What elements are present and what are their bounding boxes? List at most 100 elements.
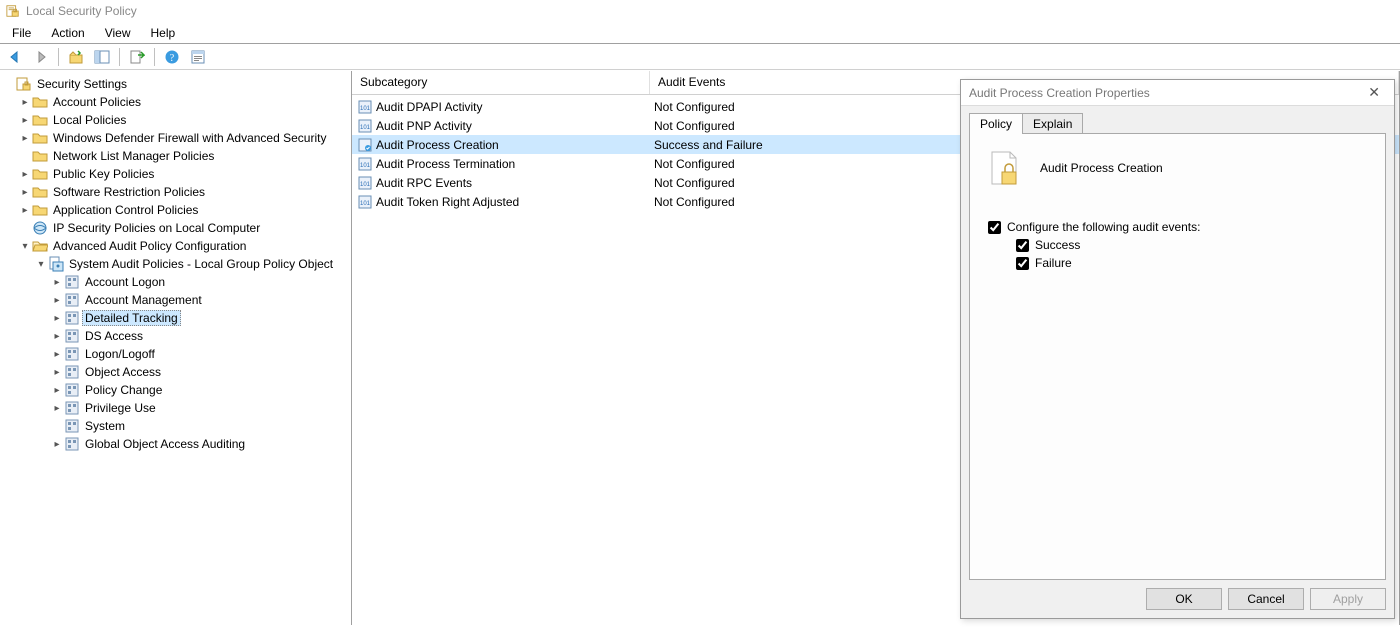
- ok-button[interactable]: OK: [1146, 588, 1222, 610]
- policy-heading: Audit Process Creation: [1040, 161, 1163, 175]
- up-button[interactable]: [65, 46, 87, 68]
- col-subcategory[interactable]: Subcategory: [352, 71, 650, 94]
- tree-cat-privilege-use[interactable]: ▸Privilege Use: [2, 399, 349, 417]
- policy-item-icon: 101: [358, 157, 372, 171]
- failure-checkbox[interactable]: [1016, 257, 1029, 270]
- folder-icon: [32, 202, 48, 218]
- toolbar: ?: [0, 44, 1400, 70]
- tree-firewall[interactable]: ▸Windows Defender Firewall with Advanced…: [2, 129, 349, 147]
- success-checkbox[interactable]: [1016, 239, 1029, 252]
- folder-icon: [32, 94, 48, 110]
- tab-explain[interactable]: Explain: [1022, 113, 1083, 134]
- tree-sap[interactable]: ▾System Audit Policies - Local Group Pol…: [2, 255, 349, 273]
- properties-button[interactable]: [187, 46, 209, 68]
- window-title: Local Security Policy: [26, 4, 137, 18]
- folder-icon: [32, 112, 48, 128]
- policy-item-icon: 101: [358, 195, 372, 209]
- toolbar-separator: [119, 48, 120, 66]
- tree-ipsec[interactable]: ▸IP Security Policies on Local Computer: [2, 219, 349, 237]
- tree-account-policies[interactable]: ▸Account Policies: [2, 93, 349, 111]
- category-icon: [64, 382, 80, 398]
- row-name: Audit Token Right Adjusted: [376, 195, 519, 209]
- folder-icon: [32, 184, 48, 200]
- tree-cat-system[interactable]: ▸System: [2, 417, 349, 435]
- category-icon: [64, 364, 80, 380]
- svg-text:101: 101: [360, 182, 371, 188]
- properties-dialog: Audit Process Creation Properties ✕ Poli…: [960, 79, 1395, 619]
- policy-item-icon: 101: [358, 176, 372, 190]
- category-icon: [64, 436, 80, 452]
- security-icon: [16, 76, 32, 92]
- svg-text:101: 101: [360, 125, 371, 131]
- failure-checkbox-row[interactable]: Failure: [1016, 256, 1367, 270]
- policy-item-icon: 101: [358, 119, 372, 133]
- policy-item-icon: [358, 138, 372, 152]
- row-name: Audit Process Termination: [376, 157, 515, 171]
- export-button[interactable]: [126, 46, 148, 68]
- category-icon: [64, 418, 80, 434]
- category-icon: [64, 292, 80, 308]
- tree-cat-account-mgmt[interactable]: ▸Account Management: [2, 291, 349, 309]
- dialog-title-text: Audit Process Creation Properties: [969, 86, 1150, 100]
- success-checkbox-row[interactable]: Success: [1016, 238, 1367, 252]
- tree-pane[interactable]: ▸ Security Settings ▸Account Policies ▸L…: [0, 71, 352, 625]
- tree-root[interactable]: ▸ Security Settings: [2, 75, 349, 93]
- category-icon: [64, 274, 80, 290]
- category-icon: [64, 400, 80, 416]
- tree-cat-object-access[interactable]: ▸Object Access: [2, 363, 349, 381]
- tree-cat-policy-change[interactable]: ▸Policy Change: [2, 381, 349, 399]
- dialog-titlebar[interactable]: Audit Process Creation Properties ✕: [961, 80, 1394, 106]
- tree-cat-detailed-tracking[interactable]: ▸Detailed Tracking: [2, 309, 349, 327]
- svg-text:?: ?: [170, 53, 175, 64]
- policy-doc-icon: [988, 150, 1020, 186]
- ipsec-icon: [32, 220, 48, 236]
- configure-checkbox-row[interactable]: Configure the following audit events:: [988, 220, 1367, 234]
- configure-label: Configure the following audit events:: [1007, 220, 1200, 234]
- folder-open-icon: [32, 238, 48, 254]
- apply-button[interactable]: Apply: [1310, 588, 1386, 610]
- policy-icon: [48, 256, 64, 272]
- menu-bar: File Action View Help: [0, 22, 1400, 44]
- tree-acp[interactable]: ▸Application Control Policies: [2, 201, 349, 219]
- tree-aapc[interactable]: ▾Advanced Audit Policy Configuration: [2, 237, 349, 255]
- tree-nlm[interactable]: ▸Network List Manager Policies: [2, 147, 349, 165]
- back-button[interactable]: [4, 46, 26, 68]
- category-icon: [64, 328, 80, 344]
- success-label: Success: [1035, 238, 1080, 252]
- menu-help[interactable]: Help: [143, 24, 184, 42]
- row-name: Audit DPAPI Activity: [376, 100, 482, 114]
- tree-cat-logon[interactable]: ▸Logon/Logoff: [2, 345, 349, 363]
- dialog-footer: OK Cancel Apply: [961, 580, 1394, 618]
- tree-cat-account-logon[interactable]: ▸Account Logon: [2, 273, 349, 291]
- folder-icon: [32, 130, 48, 146]
- close-button[interactable]: ✕: [1362, 84, 1386, 101]
- tab-page-policy: Audit Process Creation Configure the fol…: [969, 133, 1386, 580]
- tree-label: Security Settings: [34, 76, 130, 92]
- tree-pkp[interactable]: ▸Public Key Policies: [2, 165, 349, 183]
- menu-action[interactable]: Action: [43, 24, 92, 42]
- svg-text:101: 101: [360, 163, 371, 169]
- row-name: Audit RPC Events: [376, 176, 472, 190]
- title-bar: Local Security Policy: [0, 0, 1400, 22]
- help-button[interactable]: ?: [161, 46, 183, 68]
- configure-checkbox[interactable]: [988, 221, 1001, 234]
- category-icon: [64, 346, 80, 362]
- menu-file[interactable]: File: [4, 24, 39, 42]
- menu-view[interactable]: View: [97, 24, 139, 42]
- cancel-button[interactable]: Cancel: [1228, 588, 1304, 610]
- policy-item-icon: 101: [358, 100, 372, 114]
- show-hide-tree-button[interactable]: [91, 46, 113, 68]
- tab-policy[interactable]: Policy: [969, 113, 1023, 134]
- tree-cat-goaa[interactable]: ▸Global Object Access Auditing: [2, 435, 349, 453]
- tree-local-policies[interactable]: ▸Local Policies: [2, 111, 349, 129]
- svg-text:101: 101: [360, 201, 371, 207]
- folder-icon: [32, 166, 48, 182]
- toolbar-separator: [58, 48, 59, 66]
- toolbar-separator: [154, 48, 155, 66]
- category-icon: [64, 310, 80, 326]
- tab-strip: Policy Explain: [969, 112, 1386, 133]
- forward-button[interactable]: [30, 46, 52, 68]
- tree-cat-ds-access[interactable]: ▸DS Access: [2, 327, 349, 345]
- row-name: Audit PNP Activity: [376, 119, 472, 133]
- tree-srp[interactable]: ▸Software Restriction Policies: [2, 183, 349, 201]
